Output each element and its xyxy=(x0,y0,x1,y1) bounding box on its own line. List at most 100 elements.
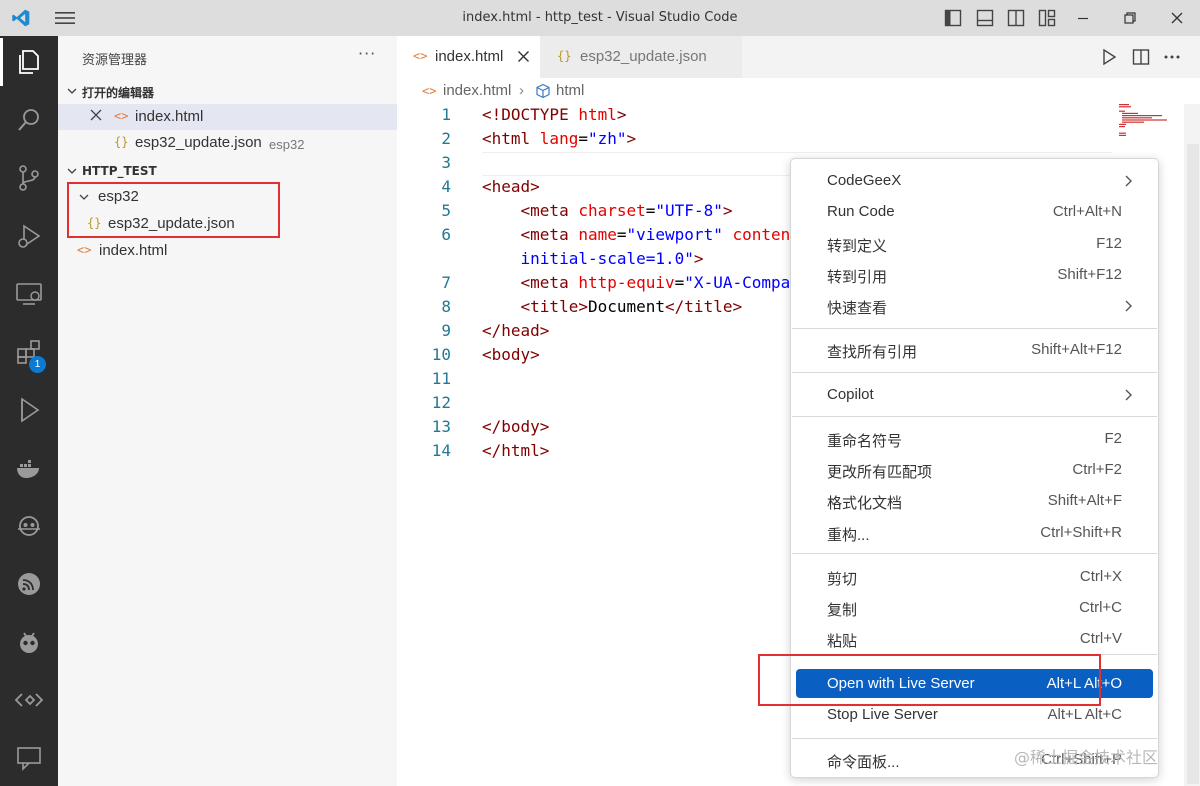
code-token: > xyxy=(722,201,733,220)
menu-separator xyxy=(792,372,1157,373)
menu-item[interactable]: 转到引用 Shift+F12 xyxy=(796,260,1153,289)
search-icon[interactable] xyxy=(0,96,58,144)
run-play-icon[interactable] xyxy=(1099,47,1119,67)
menu-item-label: 转到引用 xyxy=(827,269,888,286)
hamburger-menu-icon[interactable] xyxy=(54,10,76,26)
breadcrumb-symbol[interactable]: html xyxy=(556,82,584,99)
chevron-down-icon xyxy=(67,168,77,174)
explorer-icon[interactable] xyxy=(0,38,58,86)
restore-icon[interactable] xyxy=(1120,8,1140,28)
platformio-icon[interactable] xyxy=(0,618,58,666)
code-text: <!DOCTYPE html> xyxy=(482,105,627,124)
line-number: 7 xyxy=(441,273,451,292)
project-section-header[interactable]: HTTP_TEST xyxy=(58,159,397,183)
line-number: 4 xyxy=(441,177,451,196)
chevron-down-icon xyxy=(67,88,77,94)
editor-tab-bar: <> index.html {} esp32_update.json xyxy=(397,36,1200,78)
feedback-icon[interactable] xyxy=(0,734,58,782)
toggle-primary-sidebar-icon[interactable] xyxy=(943,8,963,28)
menu-item[interactable]: 剪切 Ctrl+X xyxy=(796,562,1153,591)
docker-icon[interactable] xyxy=(0,444,58,492)
menu-item-label: 复制 xyxy=(827,602,858,619)
menu-separator xyxy=(792,416,1157,417)
code-token: "UTF-8" xyxy=(655,201,723,220)
close-tab-icon[interactable] xyxy=(517,50,530,63)
code-token: <html xyxy=(482,129,540,148)
minimize-icon[interactable] xyxy=(1073,8,1093,28)
code-text: <meta charset="UTF-8"> xyxy=(482,201,733,220)
close-editor-icon[interactable] xyxy=(89,108,103,122)
live-share-icon[interactable] xyxy=(0,386,58,434)
line-number: 8 xyxy=(441,297,451,316)
file-index-html[interactable]: <> index.html xyxy=(58,238,397,264)
menu-item-run-code[interactable]: Run Code Ctrl+Alt+N xyxy=(796,197,1153,226)
toggle-secondary-sidebar-icon[interactable] xyxy=(1006,8,1026,28)
tab-index-html[interactable]: <> index.html xyxy=(397,36,540,78)
menu-item-shortcut: Alt+L Alt+C xyxy=(1047,706,1123,723)
menu-item-shortcut: F2 xyxy=(1104,430,1122,447)
code-text: </head> xyxy=(482,321,549,340)
breadcrumb-file[interactable]: index.html xyxy=(443,82,511,99)
scrollbar-thumb[interactable] xyxy=(1187,144,1199,784)
annotation-highlight-box xyxy=(67,182,280,238)
source-control-icon[interactable] xyxy=(0,154,58,202)
close-window-icon[interactable] xyxy=(1167,8,1187,28)
menu-item-label: 粘贴 xyxy=(827,633,858,650)
menu-item-label: 剪切 xyxy=(827,571,858,588)
open-editor-item-index-html[interactable]: <> index.html xyxy=(58,104,397,130)
symbol-element-icon xyxy=(536,83,550,99)
toggle-panel-icon[interactable] xyxy=(975,8,995,28)
file-name: index.html xyxy=(99,242,168,259)
code-token: name xyxy=(578,225,617,244)
esp-idf-icon[interactable] xyxy=(0,560,58,608)
title-bar: index.html - http_test - Visual Studio C… xyxy=(0,0,1200,36)
code-text: initial-scale=1.0"> xyxy=(482,249,704,268)
menu-item-codegeex[interactable]: CodeGeeX xyxy=(796,166,1153,195)
html-file-icon: <> xyxy=(77,243,92,257)
code-text: <title>Document</title> xyxy=(482,297,743,316)
tab-label: index.html xyxy=(435,48,504,65)
chevron-right-icon xyxy=(1125,389,1132,401)
code-token: = xyxy=(578,129,588,148)
split-editor-icon[interactable] xyxy=(1131,47,1151,67)
customize-layout-icon[interactable] xyxy=(1037,8,1057,28)
open-editors-section-header[interactable]: 打开的编辑器 xyxy=(58,79,397,103)
menu-item-label: 格式化文档 xyxy=(827,495,903,512)
more-actions-icon[interactable] xyxy=(1162,47,1182,67)
menu-item-label: 命令面板... xyxy=(827,754,900,771)
open-editor-item-esp32-update-json[interactable]: {} esp32_update.json esp32 xyxy=(58,130,397,156)
menu-item[interactable]: 重命名符号 F2 xyxy=(796,424,1153,453)
menu-item[interactable]: 查找所有引用 Shift+Alt+F12 xyxy=(796,335,1153,364)
code-line[interactable]: 1 <!DOCTYPE html> xyxy=(397,105,1187,129)
code-token: initial-scale=1.0" xyxy=(520,249,694,268)
menu-item-shortcut: F12 xyxy=(1096,235,1122,252)
menu-item[interactable]: 格式化文档 Shift+Alt+F xyxy=(796,486,1153,515)
minimap[interactable] xyxy=(1117,104,1187,144)
open-editor-filename: index.html xyxy=(135,108,204,125)
code-token: > xyxy=(626,129,637,148)
code-line[interactable]: 2 <html lang="zh"> xyxy=(397,129,1187,153)
live-server-icon[interactable] xyxy=(0,676,58,724)
code-token: <!DOCTYPE xyxy=(482,105,579,124)
menu-item[interactable]: 重构... Ctrl+Shift+R xyxy=(796,518,1153,547)
explorer-sidebar: 资源管理器 ··· 打开的编辑器 <> index.html {} esp32_… xyxy=(58,36,397,786)
menu-item[interactable]: 粘贴 Ctrl+V xyxy=(796,624,1153,653)
copilot-icon[interactable] xyxy=(0,502,58,550)
menu-item[interactable]: 更改所有匹配项 Ctrl+F2 xyxy=(796,455,1153,484)
run-debug-icon[interactable] xyxy=(0,212,58,260)
menu-item[interactable]: 快速查看 xyxy=(796,291,1153,320)
code-token: lang xyxy=(539,129,579,148)
code-text: <meta http-equiv="X-UA-Compa xyxy=(482,273,791,292)
extensions-icon[interactable]: 1 xyxy=(0,328,58,376)
code-token: </title> xyxy=(665,297,743,316)
tab-esp32-update-json[interactable]: {} esp32_update.json xyxy=(540,36,742,78)
menu-item[interactable]: 复制 Ctrl+C xyxy=(796,593,1153,622)
code-text: <html lang="zh"> xyxy=(482,129,636,148)
menu-separator xyxy=(792,328,1157,329)
menu-item-copilot[interactable]: Copilot xyxy=(796,380,1153,409)
remote-explorer-icon[interactable] xyxy=(0,270,58,318)
sidebar-more-actions-button[interactable]: ··· xyxy=(358,44,376,63)
html-file-icon: <> xyxy=(413,49,428,63)
menu-item[interactable]: 转到定义 F12 xyxy=(796,229,1153,258)
